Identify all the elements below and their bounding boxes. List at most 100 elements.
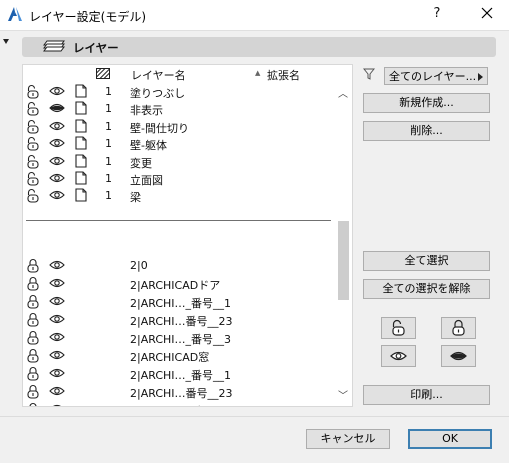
layer-name: 非表示 — [130, 102, 163, 118]
new-layer-button[interactable]: 新規作成... — [363, 93, 490, 113]
lock-icon[interactable] — [26, 312, 40, 327]
unlock-button[interactable] — [381, 317, 416, 339]
section-header[interactable]: レイヤー — [22, 37, 496, 57]
layer-name: 塗りつぶし — [130, 85, 185, 101]
column-header: レイヤー名 ▲ 拡張名 — [23, 65, 333, 82]
layer-row[interactable]: 1壁-間仕切り — [23, 118, 333, 135]
unlock-icon[interactable] — [26, 84, 40, 99]
layer-name: 2|ARCHICADドア — [130, 277, 220, 293]
unlock-icon[interactable] — [26, 101, 40, 116]
filter-dropdown-label: 全てのレイヤー... — [389, 70, 476, 83]
layer-row[interactable]: 1塗りつぶし — [23, 83, 333, 100]
column-extension-header[interactable]: 拡張名 — [267, 67, 300, 83]
layer-row[interactable]: 1立面図 — [23, 170, 333, 187]
layer-name: 2|ARCHI…番号__23 — [130, 385, 233, 401]
hide-button[interactable] — [441, 345, 476, 367]
layer-row[interactable]: 1壁-躯体 — [23, 135, 333, 152]
layer-row[interactable]: 2|ARCHI…_番号__3 — [23, 329, 333, 346]
layer-row[interactable]: 2|ARCHI…番号__23 — [23, 311, 333, 328]
scroll-up-icon[interactable]: ︿ — [338, 85, 348, 100]
unlock-icon[interactable] — [26, 119, 40, 134]
lock-icon[interactable] — [26, 366, 40, 381]
layer-name: 2|ARCHICAD窓 — [130, 349, 209, 365]
eye-open-icon[interactable] — [49, 331, 65, 343]
collapse-arrow-icon[interactable] — [3, 39, 9, 44]
cancel-button[interactable]: キャンセル — [306, 429, 390, 449]
lock-icon[interactable] — [26, 330, 40, 345]
lock-button[interactable] — [441, 317, 476, 339]
help-button[interactable]: ? — [430, 6, 444, 21]
eye-open-icon[interactable] — [49, 172, 65, 184]
dialog-body: レイヤー レイヤー名 ▲ 拡張名 1塗りつぶし1非表示1壁-間仕切り1壁-躯体1… — [0, 30, 509, 463]
layer-name: 壁-間仕切り — [130, 120, 189, 136]
lock-icon[interactable] — [26, 258, 40, 273]
layer-settings-icon[interactable] — [75, 136, 87, 150]
unlock-icon — [382, 318, 415, 338]
unlock-icon[interactable] — [26, 154, 40, 169]
delete-layer-button[interactable]: 削除... — [363, 121, 490, 141]
layer-name: 変更 — [130, 155, 152, 171]
eye-open-icon[interactable] — [49, 403, 65, 407]
layer-settings-icon[interactable] — [75, 84, 87, 98]
layer-row[interactable]: 1梁 — [23, 187, 333, 204]
layer-row[interactable]: 2|ARCHI…_番号__3 — [23, 401, 333, 407]
eye-open-icon[interactable] — [49, 137, 65, 149]
footer-divider — [0, 416, 509, 417]
lock-icon[interactable] — [26, 294, 40, 309]
eye-open-icon[interactable] — [49, 120, 65, 132]
eye-open-icon[interactable] — [49, 313, 65, 325]
lock-icon — [442, 318, 475, 338]
layer-row[interactable]: 2|ARCHICAD窓 — [23, 347, 333, 364]
layer-list[interactable]: レイヤー名 ▲ 拡張名 1塗りつぶし1非表示1壁-間仕切り1壁-躯体1変更1立面… — [22, 64, 353, 407]
layer-number: 1 — [105, 155, 112, 168]
layer-name: 2|ARCHI…_番号__3 — [130, 331, 231, 347]
layer-row[interactable]: 2|ARCHICADドア — [23, 275, 333, 292]
lock-icon[interactable] — [26, 348, 40, 363]
print-button[interactable]: 印刷... — [363, 385, 490, 405]
layer-settings-icon[interactable] — [75, 154, 87, 168]
layer-settings-icon[interactable] — [75, 101, 87, 115]
eye-open-icon[interactable] — [49, 189, 65, 201]
eye-open-icon[interactable] — [49, 349, 65, 361]
deselect-all-button[interactable]: 全ての選択を解除 — [363, 279, 490, 299]
ok-button[interactable]: OK — [408, 429, 492, 449]
vertical-scrollbar[interactable]: ︿ ﹀ — [336, 82, 351, 406]
layer-filter-dropdown[interactable]: 全てのレイヤー... — [384, 67, 488, 85]
unlock-icon[interactable] — [26, 171, 40, 186]
eye-open-icon[interactable] — [49, 385, 65, 397]
unlock-icon[interactable] — [26, 188, 40, 203]
close-icon[interactable] — [478, 4, 496, 22]
filter-icon — [363, 68, 375, 80]
layer-settings-icon[interactable] — [75, 188, 87, 202]
select-all-button[interactable]: 全て選択 — [363, 251, 490, 271]
layer-row[interactable]: 1非表示 — [23, 100, 333, 117]
eye-closed-icon[interactable] — [49, 102, 65, 114]
lock-icon[interactable] — [26, 276, 40, 291]
layer-row[interactable]: 2|0 — [23, 257, 333, 274]
scrollbar-thumb[interactable] — [338, 221, 349, 300]
lock-icon[interactable] — [26, 402, 40, 407]
layer-row[interactable]: 2|ARCHI…番号__23 — [23, 383, 333, 400]
layer-number: 1 — [105, 189, 112, 202]
eye-open-icon[interactable] — [49, 367, 65, 379]
layer-settings-icon[interactable] — [75, 171, 87, 185]
eye-open-icon[interactable] — [49, 295, 65, 307]
layer-name: 2|ARCHI…_番号__3 — [130, 403, 231, 407]
column-name-header[interactable]: レイヤー名 — [131, 67, 186, 83]
show-button[interactable] — [381, 345, 416, 367]
eye-open-icon[interactable] — [49, 85, 65, 97]
eye-open-icon[interactable] — [49, 277, 65, 289]
hatch-icon[interactable] — [95, 67, 111, 80]
layer-row[interactable]: 2|ARCHI…_番号__1 — [23, 365, 333, 382]
eye-open-icon[interactable] — [49, 155, 65, 167]
layer-row[interactable]: 1 変更 — [23, 153, 333, 170]
unlock-icon[interactable] — [26, 136, 40, 151]
scroll-down-icon[interactable]: ﹀ — [338, 387, 348, 402]
title-bar: レイヤー設定(モデル) ? — [0, 0, 509, 30]
layer-name: 2|0 — [130, 259, 148, 272]
layer-row[interactable]: 2|ARCHI…_番号__1 — [23, 293, 333, 310]
layer-settings-icon[interactable] — [75, 119, 87, 133]
lock-icon[interactable] — [26, 384, 40, 399]
layer-name: 立面図 — [130, 172, 163, 188]
eye-open-icon[interactable] — [49, 259, 65, 271]
